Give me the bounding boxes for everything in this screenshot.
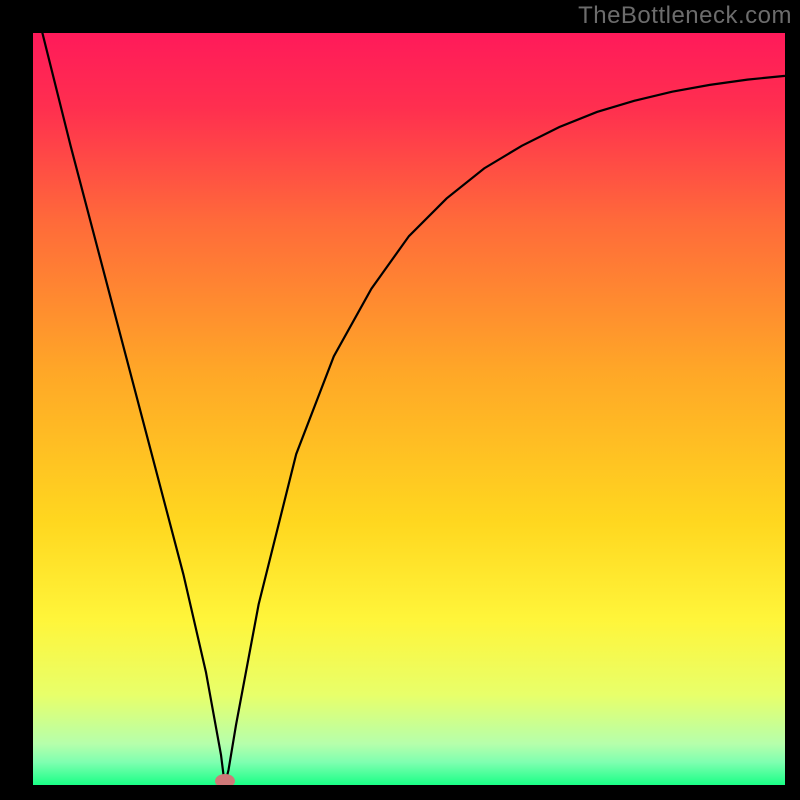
optimum-marker [215,774,235,785]
watermark-text: TheBottleneck.com [578,2,792,30]
plot-area [33,33,785,785]
gradient-background [33,33,785,785]
